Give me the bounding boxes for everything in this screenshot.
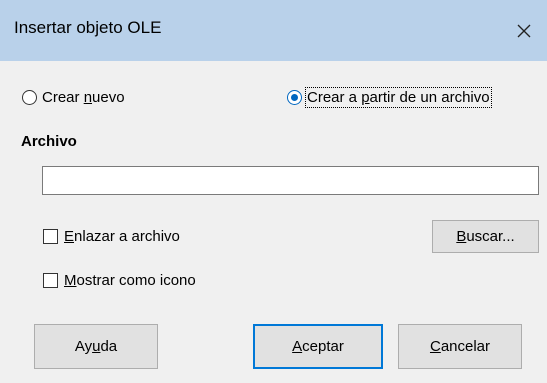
checkbox-link-to-file-box[interactable]: [43, 228, 58, 244]
checkbox-link-to-file[interactable]: Enlazar a archivo: [43, 224, 180, 248]
radio-create-new-label: Crear nuevo: [42, 88, 125, 106]
help-button[interactable]: Ay u da: [34, 324, 158, 369]
browse-button[interactable]: Buscar...: [432, 220, 539, 253]
file-section-label: Archivo: [21, 133, 77, 150]
radio-create-new[interactable]: Crear nuevo: [22, 85, 125, 109]
close-icon: [517, 24, 531, 37]
file-path-input[interactable]: [42, 166, 539, 195]
radio-create-from-file-indicator[interactable]: [287, 89, 302, 105]
radio-create-new-indicator[interactable]: [22, 89, 37, 105]
checkbox-link-to-file-label: Enlazar a archivo: [64, 227, 180, 245]
cancel-button[interactable]: Cancelar: [398, 324, 522, 369]
insert-ole-object-dialog: Insertar objeto OLE Crear nuevo Crear a …: [0, 0, 547, 383]
checkbox-show-as-icon[interactable]: Mostrar como icono: [43, 268, 196, 292]
title-bar: Insertar objeto OLE: [0, 0, 547, 61]
radio-create-from-file-label: Crear a partir de un archivo: [305, 86, 492, 108]
radio-create-from-file[interactable]: Crear a partir de un archivo: [287, 85, 492, 109]
dialog-title: Insertar objeto OLE: [14, 18, 162, 37]
close-button[interactable]: [501, 0, 547, 61]
checkbox-show-as-icon-box[interactable]: [43, 272, 58, 288]
ok-button[interactable]: Aceptar: [253, 324, 383, 369]
checkbox-show-as-icon-label: Mostrar como icono: [64, 271, 196, 289]
